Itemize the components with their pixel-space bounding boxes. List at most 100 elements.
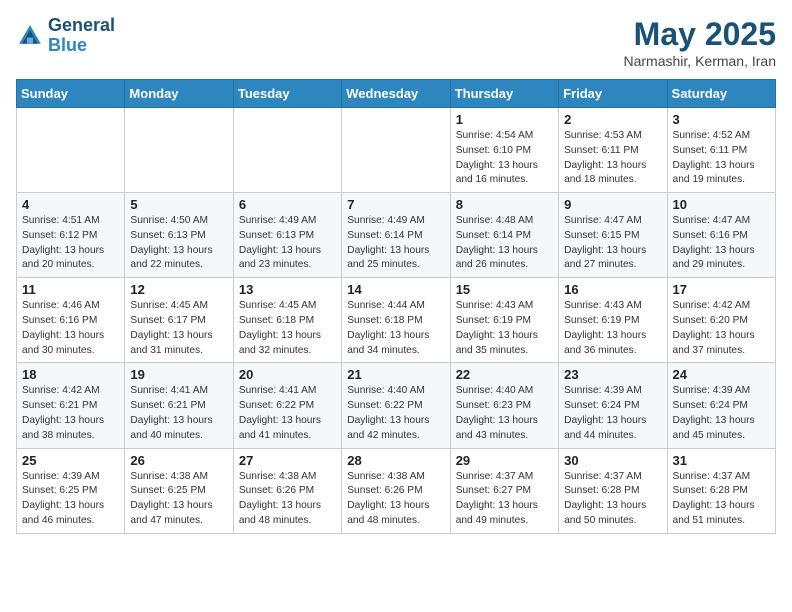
day-detail: Sunrise: 4:39 AM Sunset: 6:25 PM Dayligh… — [22, 470, 119, 529]
day-number: 19 — [130, 367, 227, 382]
day-cell: 11 Sunrise: 4:46 AM Sunset: 6:16 PM Dayli… — [17, 278, 125, 363]
day-detail: Sunrise: 4:40 AM Sunset: 6:22 PM Dayligh… — [347, 384, 444, 443]
day-number: 31 — [673, 453, 770, 468]
day-detail: Sunrise: 4:42 AM Sunset: 6:21 PM Dayligh… — [22, 384, 119, 443]
day-number: 23 — [564, 367, 661, 382]
day-detail: Sunrise: 4:38 AM Sunset: 6:26 PM Dayligh… — [239, 470, 336, 529]
day-cell: 31 Sunrise: 4:37 AM Sunset: 6:28 PM Dayli… — [667, 448, 775, 533]
day-detail: Sunrise: 4:49 AM Sunset: 6:13 PM Dayligh… — [239, 214, 336, 273]
day-cell: 19 Sunrise: 4:41 AM Sunset: 6:21 PM Dayli… — [125, 363, 233, 448]
day-number: 26 — [130, 453, 227, 468]
day-number: 24 — [673, 367, 770, 382]
day-number: 27 — [239, 453, 336, 468]
location-subtitle: Narmashir, Kerman, Iran — [624, 53, 777, 69]
week-row-2: 4Sunrise: 4:51 AM Sunset: 6:12 PM Daylig… — [17, 193, 776, 278]
day-detail: Sunrise: 4:37 AM Sunset: 6:28 PM Dayligh… — [564, 470, 661, 529]
day-cell: 9Sunrise: 4:47 AM Sunset: 6:15 PM Daylig… — [559, 193, 667, 278]
day-number: 21 — [347, 367, 444, 382]
day-cell: 12 Sunrise: 4:45 AM Sunset: 6:17 PM Dayli… — [125, 278, 233, 363]
title-block: May 2025 Narmashir, Kerman, Iran — [624, 16, 777, 69]
day-cell — [17, 108, 125, 193]
day-number: 11 — [22, 282, 119, 297]
day-detail: Sunrise: 4:45 AM Sunset: 6:17 PM Dayligh… — [130, 299, 227, 358]
day-number: 22 — [456, 367, 553, 382]
day-number: 2 — [564, 112, 661, 127]
calendar-header-row: SundayMondayTuesdayWednesdayThursdayFrid… — [17, 80, 776, 108]
day-cell: 30 Sunrise: 4:37 AM Sunset: 6:28 PM Dayli… — [559, 448, 667, 533]
day-detail: Sunrise: 4:38 AM Sunset: 6:25 PM Dayligh… — [130, 470, 227, 529]
logo: General Blue — [16, 16, 115, 56]
day-number: 20 — [239, 367, 336, 382]
day-cell: 27 Sunrise: 4:38 AM Sunset: 6:26 PM Dayli… — [233, 448, 341, 533]
col-header-wednesday: Wednesday — [342, 80, 450, 108]
day-number: 14 — [347, 282, 444, 297]
day-detail: Sunrise: 4:42 AM Sunset: 6:20 PM Dayligh… — [673, 299, 770, 358]
col-header-thursday: Thursday — [450, 80, 558, 108]
day-detail: Sunrise: 4:46 AM Sunset: 6:16 PM Dayligh… — [22, 299, 119, 358]
day-number: 9 — [564, 197, 661, 212]
day-number: 6 — [239, 197, 336, 212]
logo-general: General — [48, 16, 115, 36]
day-detail: Sunrise: 4:49 AM Sunset: 6:14 PM Dayligh… — [347, 214, 444, 273]
day-detail: Sunrise: 4:40 AM Sunset: 6:23 PM Dayligh… — [456, 384, 553, 443]
day-cell: 15Sunrise: 4:43 AM Sunset: 6:19 PM Dayli… — [450, 278, 558, 363]
day-cell: 18 Sunrise: 4:42 AM Sunset: 6:21 PM Dayli… — [17, 363, 125, 448]
day-cell: 26 Sunrise: 4:38 AM Sunset: 6:25 PM Dayli… — [125, 448, 233, 533]
day-number: 12 — [130, 282, 227, 297]
day-cell — [125, 108, 233, 193]
month-title: May 2025 — [624, 16, 777, 53]
day-detail: Sunrise: 4:43 AM Sunset: 6:19 PM Dayligh… — [564, 299, 661, 358]
day-number: 15 — [456, 282, 553, 297]
calendar-table: SundayMondayTuesdayWednesdayThursdayFrid… — [16, 79, 776, 534]
day-number: 3 — [673, 112, 770, 127]
day-cell: 7Sunrise: 4:49 AM Sunset: 6:14 PM Daylig… — [342, 193, 450, 278]
day-cell: 13 Sunrise: 4:45 AM Sunset: 6:18 PM Dayli… — [233, 278, 341, 363]
day-detail: Sunrise: 4:38 AM Sunset: 6:26 PM Dayligh… — [347, 470, 444, 529]
day-cell: 5Sunrise: 4:50 AM Sunset: 6:13 PM Daylig… — [125, 193, 233, 278]
day-detail: Sunrise: 4:45 AM Sunset: 6:18 PM Dayligh… — [239, 299, 336, 358]
day-number: 30 — [564, 453, 661, 468]
day-number: 13 — [239, 282, 336, 297]
day-detail: Sunrise: 4:41 AM Sunset: 6:21 PM Dayligh… — [130, 384, 227, 443]
day-cell: 29Sunrise: 4:37 AM Sunset: 6:27 PM Dayli… — [450, 448, 558, 533]
day-detail: Sunrise: 4:52 AM Sunset: 6:11 PM Dayligh… — [673, 129, 770, 188]
day-cell: 21 Sunrise: 4:40 AM Sunset: 6:22 PM Dayli… — [342, 363, 450, 448]
day-number: 18 — [22, 367, 119, 382]
day-cell: 1 Sunrise: 4:54 AM Sunset: 6:10 PM Daylig… — [450, 108, 558, 193]
day-number: 17 — [673, 282, 770, 297]
day-cell: 25 Sunrise: 4:39 AM Sunset: 6:25 PM Dayli… — [17, 448, 125, 533]
logo-text: General Blue — [48, 16, 115, 56]
day-cell: 10Sunrise: 4:47 AM Sunset: 6:16 PM Dayli… — [667, 193, 775, 278]
day-cell: 6 Sunrise: 4:49 AM Sunset: 6:13 PM Daylig… — [233, 193, 341, 278]
day-number: 4 — [22, 197, 119, 212]
week-row-4: 18 Sunrise: 4:42 AM Sunset: 6:21 PM Dayli… — [17, 363, 776, 448]
week-row-5: 25 Sunrise: 4:39 AM Sunset: 6:25 PM Dayli… — [17, 448, 776, 533]
day-number: 1 — [456, 112, 553, 127]
logo-blue: Blue — [48, 36, 115, 56]
day-cell: 8 Sunrise: 4:48 AM Sunset: 6:14 PM Daylig… — [450, 193, 558, 278]
day-detail: Sunrise: 4:41 AM Sunset: 6:22 PM Dayligh… — [239, 384, 336, 443]
day-detail: Sunrise: 4:37 AM Sunset: 6:28 PM Dayligh… — [673, 470, 770, 529]
col-header-tuesday: Tuesday — [233, 80, 341, 108]
day-cell: 24 Sunrise: 4:39 AM Sunset: 6:24 PM Dayli… — [667, 363, 775, 448]
day-detail: Sunrise: 4:47 AM Sunset: 6:16 PM Dayligh… — [673, 214, 770, 273]
day-cell: 4Sunrise: 4:51 AM Sunset: 6:12 PM Daylig… — [17, 193, 125, 278]
day-cell: 22 Sunrise: 4:40 AM Sunset: 6:23 PM Dayli… — [450, 363, 558, 448]
day-detail: Sunrise: 4:54 AM Sunset: 6:10 PM Dayligh… — [456, 129, 553, 188]
day-cell — [342, 108, 450, 193]
day-detail: Sunrise: 4:37 AM Sunset: 6:27 PM Dayligh… — [456, 470, 553, 529]
day-cell: 2 Sunrise: 4:53 AM Sunset: 6:11 PM Daylig… — [559, 108, 667, 193]
day-detail: Sunrise: 4:44 AM Sunset: 6:18 PM Dayligh… — [347, 299, 444, 358]
week-row-3: 11 Sunrise: 4:46 AM Sunset: 6:16 PM Dayli… — [17, 278, 776, 363]
day-cell: 23 Sunrise: 4:39 AM Sunset: 6:24 PM Dayli… — [559, 363, 667, 448]
day-cell: 28Sunrise: 4:38 AM Sunset: 6:26 PM Dayli… — [342, 448, 450, 533]
day-number: 25 — [22, 453, 119, 468]
day-cell: 17 Sunrise: 4:42 AM Sunset: 6:20 PM Dayli… — [667, 278, 775, 363]
day-detail: Sunrise: 4:39 AM Sunset: 6:24 PM Dayligh… — [673, 384, 770, 443]
day-detail: Sunrise: 4:53 AM Sunset: 6:11 PM Dayligh… — [564, 129, 661, 188]
col-header-friday: Friday — [559, 80, 667, 108]
day-detail: Sunrise: 4:39 AM Sunset: 6:24 PM Dayligh… — [564, 384, 661, 443]
logo-icon — [16, 22, 44, 50]
day-detail: Sunrise: 4:48 AM Sunset: 6:14 PM Dayligh… — [456, 214, 553, 273]
day-number: 8 — [456, 197, 553, 212]
